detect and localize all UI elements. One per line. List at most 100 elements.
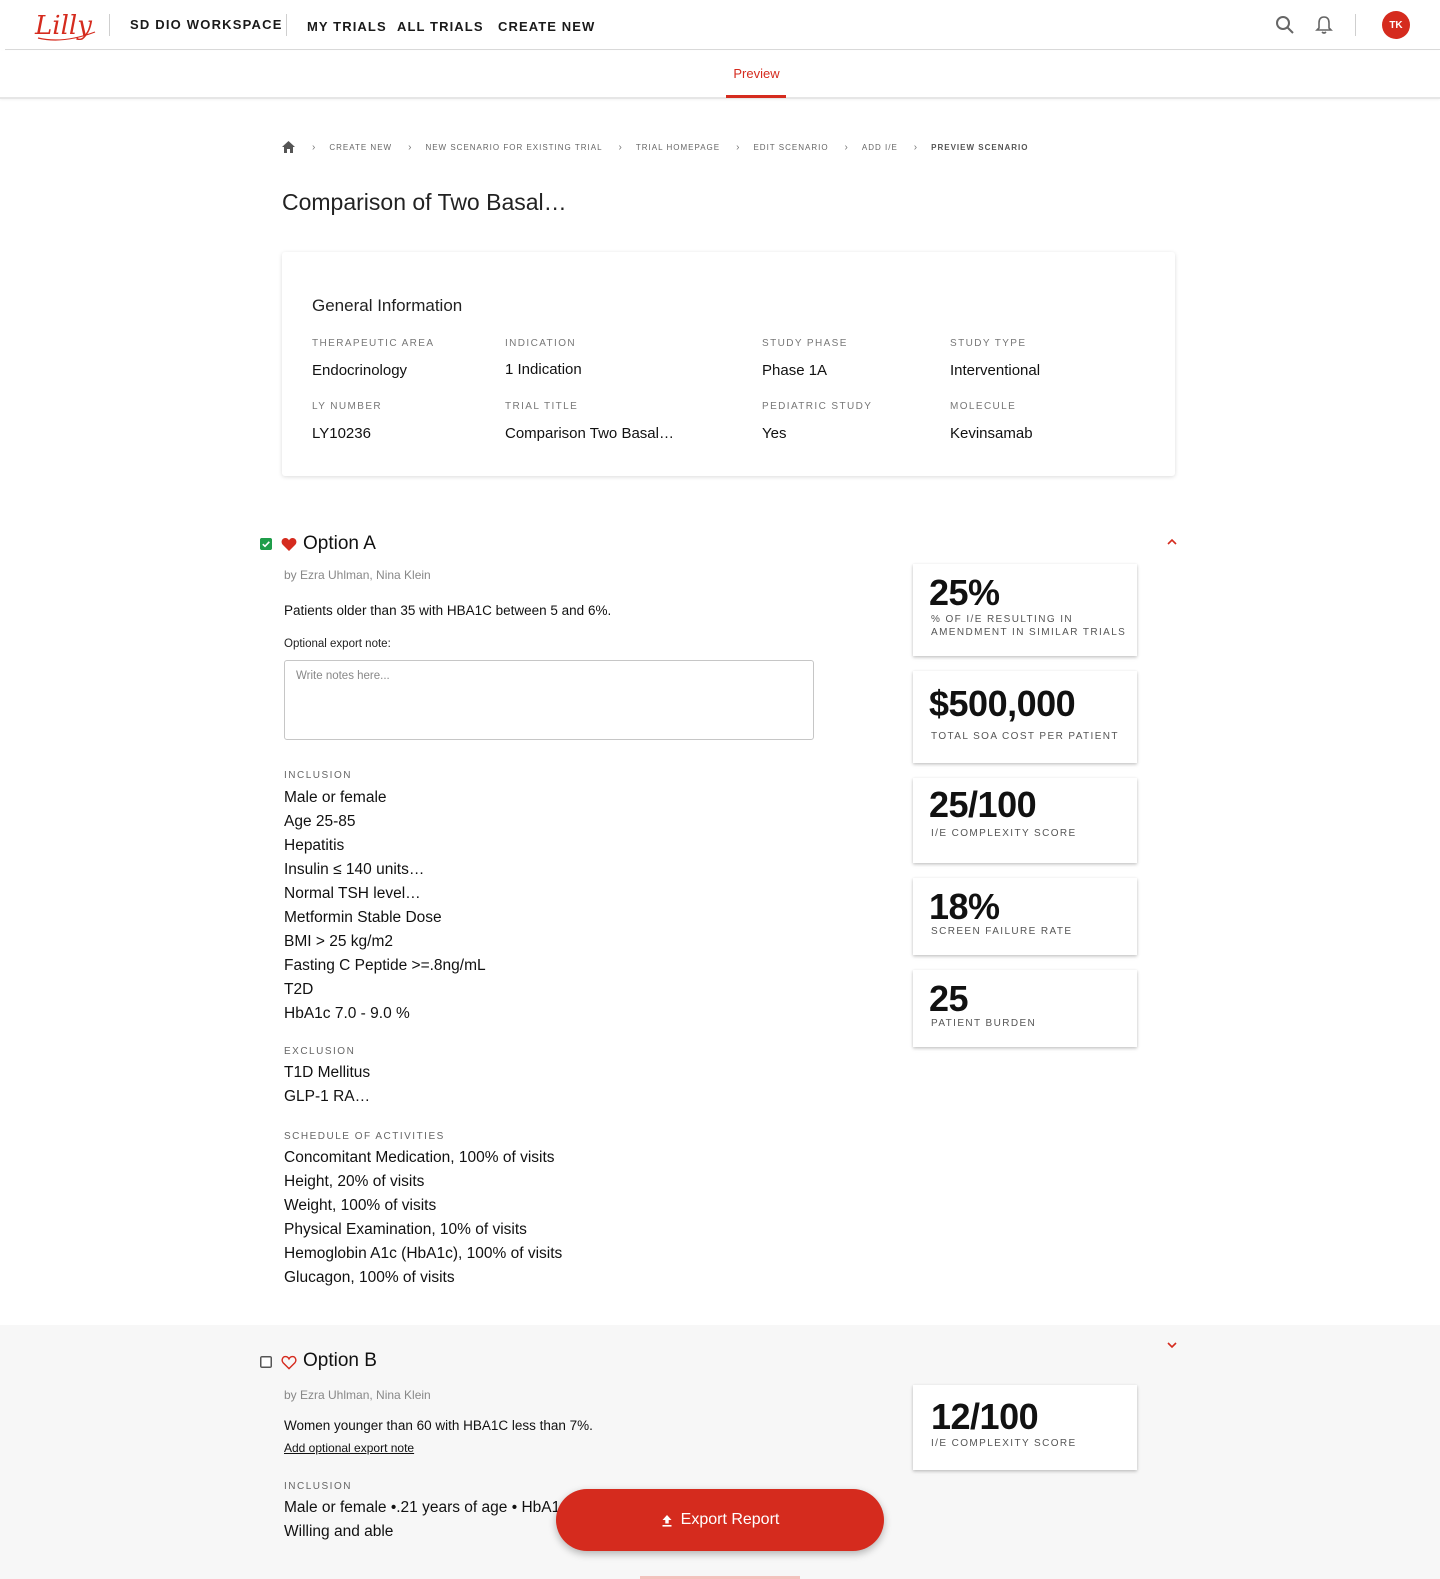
metric-card-screen-failure: 18% SCREEN FAILURE RATE bbox=[913, 878, 1137, 955]
inclusion-item: HbA1c 7.0 - 9.0 % bbox=[284, 1005, 410, 1022]
activity-item: Glucagon, 100% of visits bbox=[284, 1269, 455, 1286]
breadcrumb-edit-scenario[interactable]: EDIT SCENARIO bbox=[753, 143, 828, 152]
export-report-label: Export Report bbox=[680, 1511, 780, 1528]
option-b-title: Option B bbox=[303, 1350, 377, 1371]
chevron-down-icon[interactable] bbox=[1166, 1340, 1178, 1350]
exclusion-list: T1D Mellitus GLP-1 RA… bbox=[284, 1061, 370, 1109]
nav-divider bbox=[109, 14, 110, 36]
inclusion-item: BMI > 25 kg/m2 bbox=[284, 933, 393, 950]
inclusion-list: Male or female •.21 years of age • HbA1 … bbox=[284, 1496, 560, 1544]
breadcrumb-add-ie[interactable]: ADD I/E bbox=[862, 143, 898, 152]
nav-all-trials[interactable]: ALL TRIALS bbox=[397, 19, 484, 34]
chevron-right-icon: › bbox=[913, 141, 918, 153]
ly-number-value: LY10236 bbox=[312, 425, 371, 442]
inclusion-item: Male or female •.21 years of age • HbA1 bbox=[284, 1499, 561, 1516]
option-a-title: Option A bbox=[303, 533, 376, 554]
metric-value: 12/100 bbox=[931, 1396, 1039, 1437]
metric-label: % OF I/E RESULTING IN AMENDMENT IN SIMIL… bbox=[931, 614, 1127, 638]
exclusion-item: T1D Mellitus bbox=[284, 1064, 371, 1081]
therapeutic-area-label: THERAPEUTIC AREA bbox=[312, 338, 435, 349]
add-export-note-link[interactable]: Add optional export note bbox=[284, 1441, 414, 1455]
activity-item: Hemoglobin A1c (HbA1c), 100% of visits bbox=[284, 1245, 563, 1262]
inclusion-item: Male or female bbox=[284, 789, 387, 806]
option-b-checkbox[interactable] bbox=[260, 1356, 272, 1368]
inclusion-item: Hepatitis bbox=[284, 837, 345, 854]
inclusion-item: Willing and able bbox=[284, 1523, 394, 1540]
export-note-input[interactable] bbox=[284, 660, 814, 740]
tab-preview[interactable]: Preview bbox=[726, 66, 787, 81]
breadcrumb-new-scenario[interactable]: NEW SCENARIO FOR EXISTING TRIAL bbox=[425, 143, 602, 152]
schedule-of-activities-list: Concomitant Medication, 100% of visits H… bbox=[284, 1146, 562, 1290]
workspace-title[interactable]: SD DIO WORKSPACE bbox=[130, 17, 283, 32]
activity-item: Height, 20% of visits bbox=[284, 1173, 425, 1190]
activity-item: Weight, 100% of visits bbox=[284, 1197, 437, 1214]
option-a-checkbox[interactable] bbox=[260, 538, 272, 550]
ly-number-label: LY NUMBER bbox=[312, 401, 383, 412]
breadcrumb: › CREATE NEW › NEW SCENARIO FOR EXISTING… bbox=[281, 139, 1028, 155]
nav-my-trials[interactable]: MY TRIALS bbox=[307, 19, 387, 34]
general-information-heading: General Information bbox=[312, 296, 463, 315]
inclusion-item: T2D bbox=[284, 981, 314, 998]
favorite-heart-outline-icon[interactable] bbox=[281, 1355, 297, 1370]
search-icon[interactable] bbox=[1274, 14, 1296, 36]
inclusion-item: Normal TSH level… bbox=[284, 885, 421, 902]
inclusion-list: Male or female Age 25-85 Hepatitis Insul… bbox=[284, 786, 486, 1026]
indication-value: 1 Indication bbox=[505, 361, 582, 378]
metric-label: TOTAL SOA COST PER PATIENT bbox=[931, 731, 1119, 742]
inclusion-label: INCLUSION bbox=[284, 1481, 352, 1492]
nav-create-new[interactable]: CREATE NEW bbox=[498, 19, 595, 34]
export-note-label: Optional export note: bbox=[284, 638, 391, 650]
inclusion-label: INCLUSION bbox=[284, 770, 352, 781]
indication-label: INDICATION bbox=[505, 338, 577, 349]
pediatric-study-label: PEDIATRIC STUDY bbox=[762, 401, 873, 412]
export-report-button[interactable]: Export Report bbox=[556, 1489, 884, 1551]
molecule-label: MOLECULE bbox=[950, 401, 1017, 412]
nav-divider bbox=[286, 14, 287, 36]
breadcrumb-trial-homepage[interactable]: TRIAL HOMEPAGE bbox=[636, 143, 720, 152]
metric-value: 18% bbox=[929, 886, 1000, 927]
option-a-byline: by Ezra Uhlman, Nina Klein bbox=[284, 568, 431, 582]
chevron-right-icon: › bbox=[736, 141, 740, 153]
svg-text:Lilly: Lilly bbox=[34, 11, 92, 41]
home-icon[interactable] bbox=[281, 140, 296, 154]
chevron-right-icon: › bbox=[408, 141, 412, 153]
bell-icon[interactable] bbox=[1313, 14, 1335, 36]
upload-icon bbox=[662, 1514, 672, 1527]
breadcrumb-preview-scenario: PREVIEW SCENARIO bbox=[931, 142, 1029, 152]
trial-title-value: Comparison Two Basal… bbox=[505, 425, 674, 442]
metric-label: PATIENT BURDEN bbox=[931, 1018, 1037, 1029]
nav-divider bbox=[1355, 14, 1356, 36]
metric-card-patient-burden: 25 PATIENT BURDEN bbox=[913, 970, 1137, 1047]
metric-card-ie-complexity: 12/100 I/E COMPLEXITY SCORE bbox=[913, 1385, 1137, 1470]
view-tab-bar: Preview bbox=[0, 51, 1440, 99]
study-phase-label: STUDY PHASE bbox=[762, 338, 848, 349]
inclusion-item: Age 25-85 bbox=[284, 813, 356, 830]
active-tab-indicator bbox=[726, 95, 786, 98]
study-phase-value: Phase 1A bbox=[762, 362, 828, 379]
option-b-description: Women younger than 60 with HBA1C less th… bbox=[284, 1418, 593, 1433]
metric-label: I/E COMPLEXITY SCORE bbox=[931, 1438, 1077, 1449]
option-a-description: Patients older than 35 with HBA1C betwee… bbox=[284, 603, 612, 618]
molecule-value: Kevinsamab bbox=[950, 425, 1033, 442]
chevron-right-icon: › bbox=[844, 141, 848, 153]
chevron-right-icon: › bbox=[618, 141, 622, 153]
metric-label: SCREEN FAILURE RATE bbox=[931, 926, 1073, 937]
inclusion-item: Metformin Stable Dose bbox=[284, 909, 442, 926]
lilly-logo[interactable]: Lilly bbox=[33, 8, 103, 44]
study-type-label: STUDY TYPE bbox=[950, 338, 1027, 349]
general-information-card: General Information THERAPEUTIC AREA End… bbox=[282, 252, 1175, 476]
metric-value: 25 bbox=[929, 978, 969, 1019]
schedule-of-activities-label: SCHEDULE OF ACTIVITIES bbox=[284, 1131, 445, 1142]
therapeutic-area-value: Endocrinology bbox=[312, 362, 408, 379]
breadcrumb-create-new[interactable]: CREATE NEW bbox=[329, 143, 392, 152]
study-type-value: Interventional bbox=[950, 362, 1041, 379]
activity-item: Concomitant Medication, 100% of visits bbox=[284, 1149, 555, 1166]
metric-value: $500,000 bbox=[929, 683, 1076, 724]
page-title: Comparison of Two Basal… bbox=[282, 189, 567, 215]
chevron-up-icon[interactable] bbox=[1166, 537, 1178, 547]
option-b-byline: by Ezra Uhlman, Nina Klein bbox=[284, 1388, 431, 1402]
favorite-heart-icon[interactable] bbox=[281, 537, 297, 552]
user-avatar[interactable]: TK bbox=[1382, 11, 1410, 39]
activity-item: Physical Examination, 10% of visits bbox=[284, 1221, 527, 1238]
metric-label: I/E COMPLEXITY SCORE bbox=[931, 828, 1077, 839]
